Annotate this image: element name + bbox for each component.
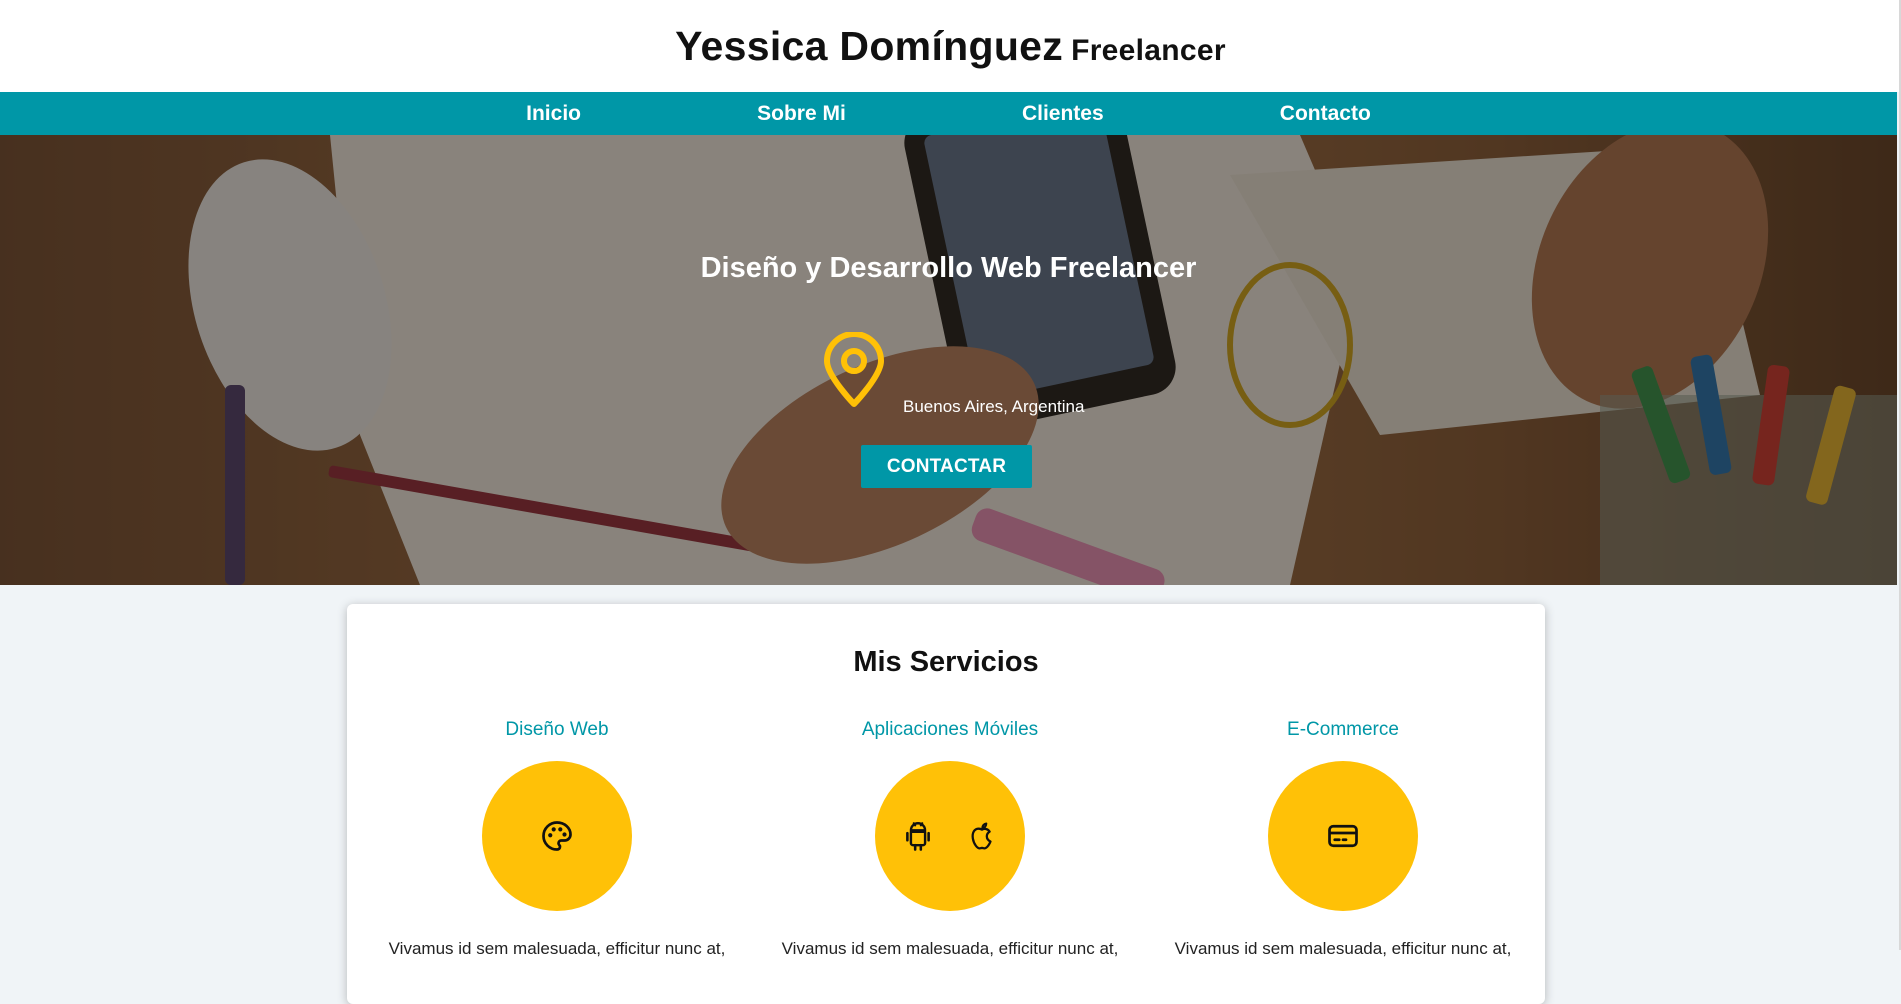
main-nav: Inicio Sobre Mi Clientes Contacto [0,92,1897,135]
site-title: Yessica Domínguez Freelancer [675,23,1226,70]
site-title-name: Yessica Domínguez [675,22,1064,69]
map-pin-icon [824,332,884,407]
service-item-aplicaciones-moviles: Aplicaciones Móviles Vivamus id sem male… [765,719,1135,959]
android-icon [906,822,930,851]
services-card: Mis Servicios Diseño Web Vivamus id sem … [347,604,1545,1004]
services-title: Mis Servicios [853,646,1039,678]
nav-item-clientes[interactable]: Clientes [1022,98,1104,130]
site-title-role: Freelancer [1071,33,1226,67]
hero-heading: Diseño y Desarrollo Web Freelancer [700,252,1197,284]
site-header: Yessica Domínguez Freelancer [0,0,1901,92]
service-description: Vivamus id sem malesuada, efficitur nunc… [1174,939,1512,958]
nav-item-contacto[interactable]: Contacto [1280,98,1371,130]
apple-icon [971,822,992,850]
nav-item-sobre-mi[interactable]: Sobre Mi [757,98,846,130]
service-title: Aplicaciones Móviles [861,719,1039,740]
service-title: E-Commerce [1287,719,1399,740]
service-description: Vivamus id sem malesuada, efficitur nunc… [781,939,1119,958]
palette-icon [542,821,572,851]
hero-content: Diseño y Desarrollo Web Freelancer Bueno… [0,135,1897,585]
hero-section: Diseño y Desarrollo Web Freelancer Bueno… [0,135,1897,585]
contact-button[interactable]: CONTACTAR [861,445,1032,488]
service-icon-circle [875,761,1025,911]
service-item-e-commerce: E-Commerce Vivamus id sem malesuada, eff… [1158,719,1528,959]
service-item-diseno-web: Diseño Web Vivamus id sem malesuada, eff… [372,719,742,959]
location-text: Buenos Aires, Argentina [903,397,1085,416]
nav-item-inicio[interactable]: Inicio [526,98,581,130]
service-icon-circle [482,761,632,911]
service-title: Diseño Web [505,719,609,740]
service-description: Vivamus id sem malesuada, efficitur nunc… [388,939,726,958]
credit-card-icon [1328,824,1358,848]
service-icon-circle [1268,761,1418,911]
